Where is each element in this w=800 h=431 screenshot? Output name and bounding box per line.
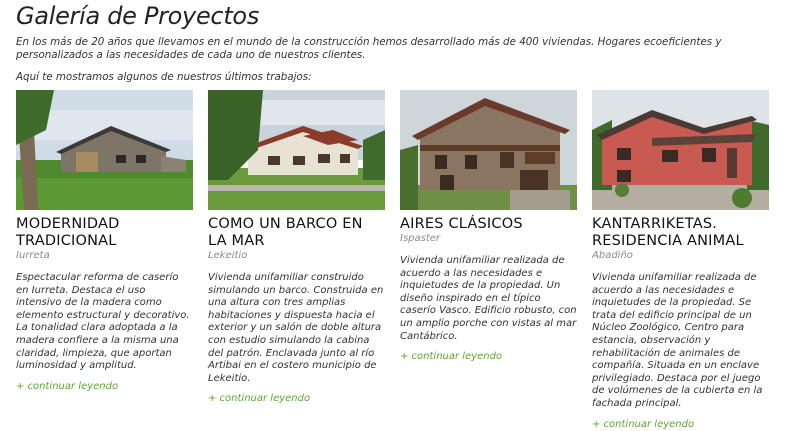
project-location: Abadiño — [592, 250, 633, 261]
project-location: Ispaster — [400, 233, 441, 244]
project-description: Vivienda unifamiliar construido simuland… — [208, 272, 384, 384]
project-title[interactable]: COMO UN BARCO EN LA MAR — [208, 216, 385, 250]
subintro-text: Aquí te mostramos algunos de nuestros úl… — [16, 71, 312, 83]
continue-reading-link[interactable]: + continuar leyendo — [400, 351, 502, 362]
project-title[interactable]: AIRES CLÁSICOS — [400, 216, 577, 233]
intro-text: En los más de 20 años que llevamos en el… — [16, 36, 722, 61]
project-image[interactable] — [16, 90, 193, 210]
continue-reading-link[interactable]: + continuar leyendo — [592, 419, 694, 430]
continue-reading-link[interactable]: + continuar leyendo — [16, 381, 118, 392]
project-image[interactable] — [208, 90, 385, 210]
project-description: Espectacular reforma de caserío en Iurre… — [16, 272, 190, 372]
page-title: Galería de Proyectos — [16, 2, 260, 30]
continue-reading-link[interactable]: + continuar leyendo — [208, 393, 310, 404]
project-location: Iurreta — [16, 250, 50, 261]
project-image[interactable] — [592, 90, 769, 210]
project-card: MODERNIDAD TRADICIONAL Iurreta Espectacu… — [16, 90, 193, 393]
projects-grid: MODERNIDAD TRADICIONAL Iurreta Espectacu… — [16, 90, 776, 430]
project-location: Lekeitio — [208, 250, 248, 261]
project-image[interactable] — [400, 90, 577, 210]
project-card: AIRES CLÁSICOS Ispaster Vivienda unifami… — [400, 90, 577, 363]
project-description: Vivienda unifamiliar realizada de acuerd… — [400, 255, 577, 342]
gallery-page: Galería de Proyectos En los más de 20 añ… — [0, 0, 800, 430]
project-title[interactable]: MODERNIDAD TRADICIONAL — [16, 216, 193, 250]
project-card: COMO UN BARCO EN LA MAR Lekeitio Viviend… — [208, 90, 385, 405]
project-title[interactable]: KANTARRIKETAS. RESIDENCIA ANIMAL — [592, 216, 769, 250]
project-description: Vivienda unifamiliar realizada de acuerd… — [592, 272, 763, 409]
project-card: KANTARRIKETAS. RESIDENCIA ANIMAL Abadiño… — [592, 90, 769, 431]
